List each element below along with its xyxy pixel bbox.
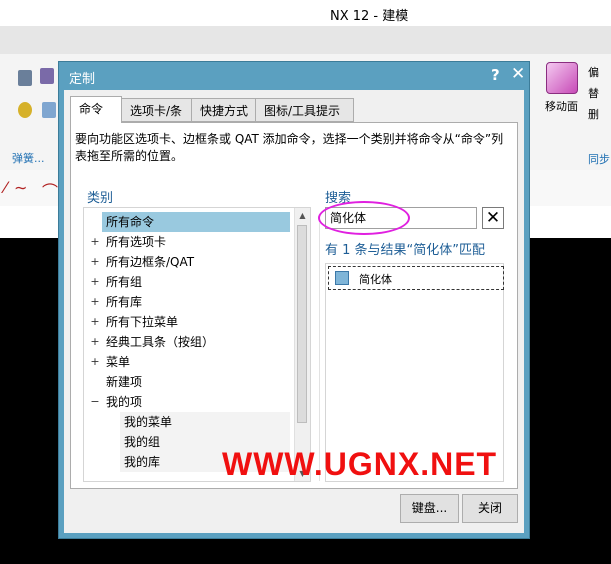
category-item-label: 我的项 [106,395,143,409]
move-face-label[interactable]: 移动面 [545,98,578,114]
dialog-titlebar[interactable]: 定制 ? ✕ [59,62,529,90]
category-label: 类别 [87,191,114,206]
ribbon-icon[interactable] [18,102,32,118]
highlight-ring [318,201,410,235]
category-item[interactable]: 新建项 [102,372,290,392]
scroll-thumb[interactable] [297,225,307,423]
ribbon-icon[interactable] [42,102,56,118]
tree-expander-icon[interactable]: + [90,232,100,252]
result-item[interactable]: 简化体 [328,266,504,290]
close-button[interactable]: 关闭 [462,494,518,523]
category-item[interactable]: + 所有下拉菜单 [90,312,290,332]
ribbon-small-label[interactable]: 删 [588,104,599,125]
simplify-body-icon [335,271,349,285]
tree-expander-icon[interactable]: + [90,272,100,292]
dialog-title: 定制 [69,72,96,87]
category-item[interactable]: − 我的项 [90,392,290,412]
arc-tool-icon[interactable]: ⌒ [42,178,58,202]
results-label: 有 1 条与结果“简化体”匹配 [325,243,486,258]
category-item-label: 所有边框条/QAT [106,255,195,269]
commands-panel: 要向功能区选项卡、边框条或 QAT 添加命令，选择一个类别并将命令从“命令”列表… [70,122,518,489]
ribbon-icon[interactable] [40,68,54,84]
app-title: NX 12 - 建模 [330,9,409,24]
category-item-label: 新建项 [106,375,143,389]
category-item-label: 所有组 [106,275,143,289]
tab-icons-tooltips[interactable]: 图标/工具提示 [255,98,354,122]
category-item[interactable]: + 所有组 [90,272,290,292]
ribbon-group-label[interactable]: 弹簧... [12,150,45,166]
ribbon-right-labels: 偏 替 删 [588,62,599,125]
tree-expander-icon[interactable]: − [90,392,100,412]
result-item-label: 简化体 [359,273,392,286]
category-item[interactable]: 所有命令 [102,212,290,232]
category-scrollbar[interactable]: ▲ ▼ [294,208,310,481]
close-icon[interactable]: ✕ [511,64,525,84]
tree-expander-icon[interactable]: + [90,292,100,312]
category-item-label: 所有下拉菜单 [106,315,179,329]
watermark: WWW.UGNX.NET [222,446,498,482]
ribbon-tab-bar [0,26,611,54]
category-item[interactable]: + 菜单 [90,352,290,372]
tree-expander-icon[interactable]: + [90,352,100,372]
spline-tool-icon[interactable]: ∼ [14,178,27,197]
line-tool-icon[interactable]: ⁄ [4,178,7,197]
tree-expander-icon[interactable]: + [90,332,100,352]
ribbon-small-label[interactable]: 替 [588,83,599,104]
ribbon-group-label-sync: 同步 [588,153,610,166]
tab-tabs-bars[interactable]: 选项卡/条 [121,98,192,122]
pane-divider [319,223,320,481]
category-item-label: 所有库 [106,295,143,309]
category-item[interactable]: + 所有选项卡 [90,232,290,252]
keyboard-button[interactable]: 键盘... [400,494,459,523]
category-item-label: 我的组 [124,435,161,449]
tab-shortcuts[interactable]: 快捷方式 [191,98,256,122]
category-item-label: 菜单 [106,355,131,369]
category-tree[interactable]: 所有命令 + 所有选项卡 + 所有边框条/QAT + 所有组 + 所有库 + 所有下拉菜单 + 经典工具… [83,207,311,482]
category-item-label: 所有命令 [106,215,155,229]
ribbon-small-label[interactable]: 偏 [588,62,599,83]
clear-search-icon[interactable]: ✕ [482,207,504,229]
move-face-icon[interactable] [546,62,578,94]
help-button[interactable]: ? [491,66,500,84]
ribbon-icon[interactable] [18,70,32,86]
category-item[interactable]: 我的菜单 [120,412,290,432]
category-item-label: 我的菜单 [124,415,173,429]
tree-expander-icon[interactable]: + [90,312,100,332]
scroll-up-icon[interactable]: ▲ [295,208,310,223]
tree-expander-icon[interactable]: + [90,252,100,272]
app-titlebar: NX 12 - 建模 [0,0,611,26]
category-item[interactable]: + 所有边框条/QAT [90,252,290,272]
category-item-label: 所有选项卡 [106,235,167,249]
description-text: 要向功能区选项卡、边框条或 QAT 添加命令，选择一个类别并将命令从“命令”列表… [75,132,504,163]
category-item[interactable]: + 经典工具条（按组） [90,332,290,352]
category-item-label: 经典工具条（按组） [106,335,215,349]
category-item-label: 我的库 [124,455,161,469]
tab-commands[interactable]: 命令 [70,96,122,123]
category-item[interactable]: + 所有库 [90,292,290,312]
